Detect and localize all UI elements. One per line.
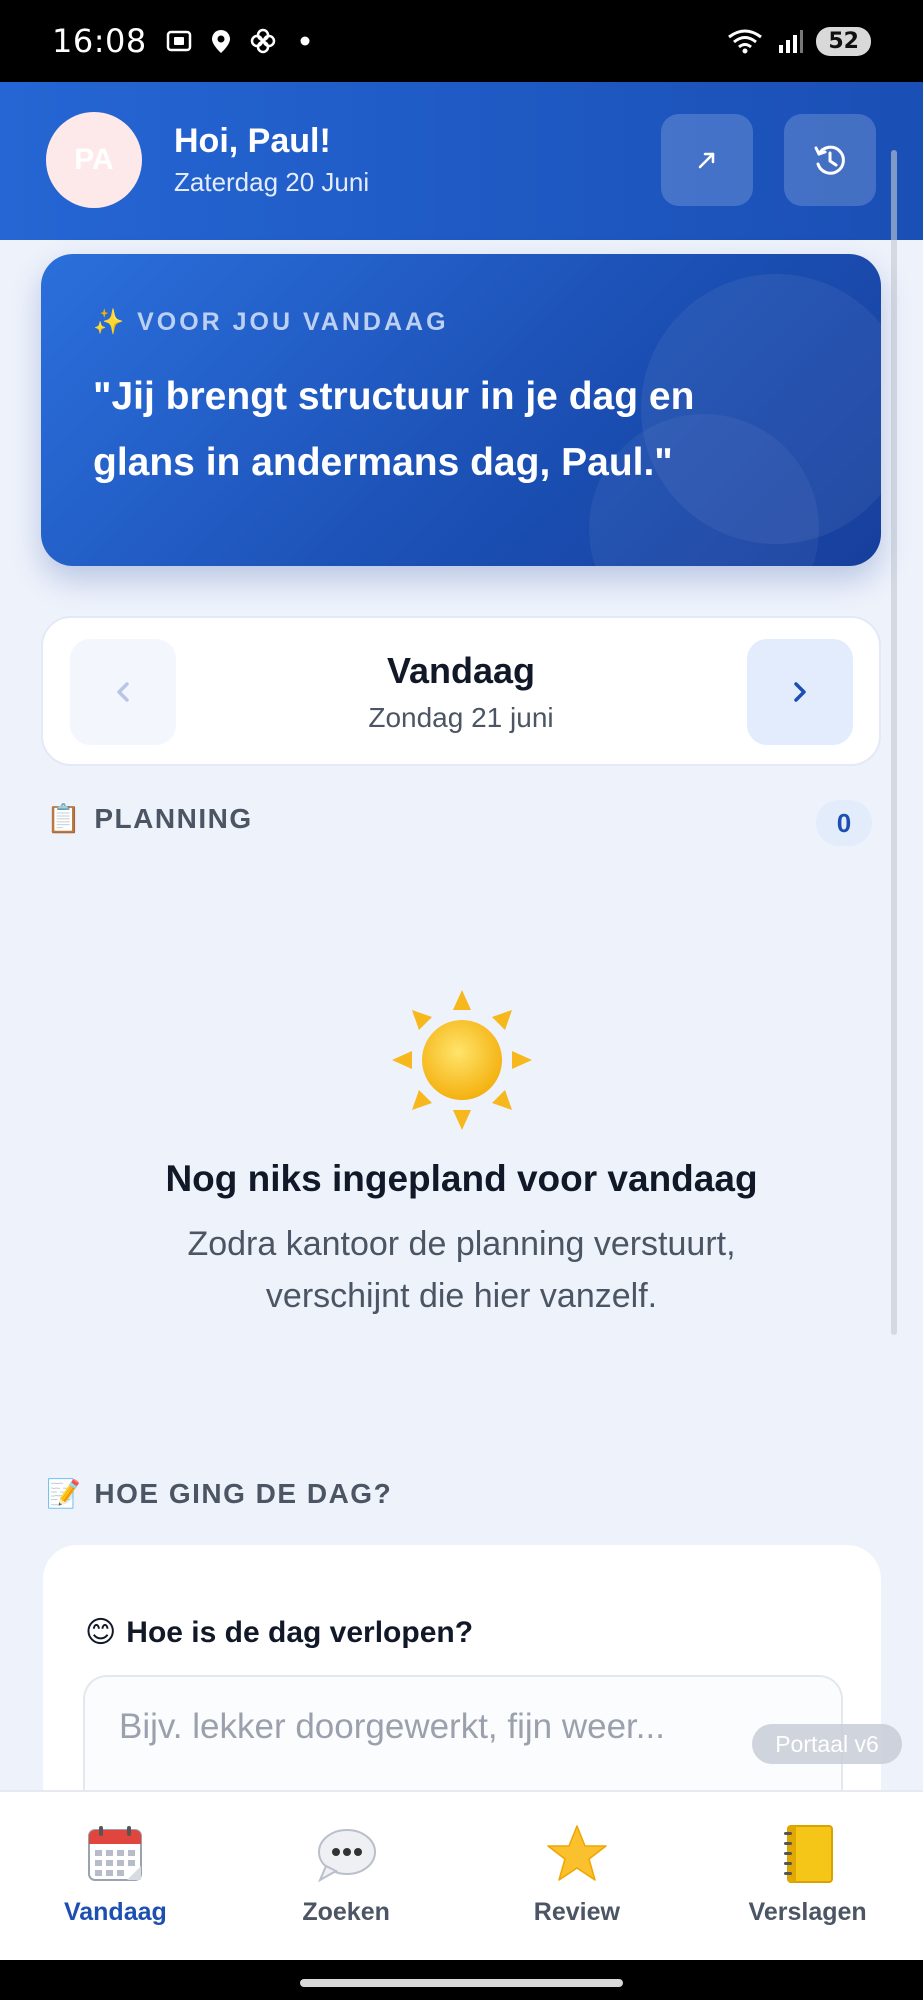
nav-label: Review — [533, 1898, 620, 1926]
planning-heading: PLANNING — [94, 802, 253, 834]
dot-icon — [300, 36, 310, 46]
review-heading: HOE GING DE DAG? — [94, 1477, 393, 1509]
history-icon — [814, 145, 845, 175]
review-section-header: 📝 HOE GING DE DAG? — [46, 1477, 392, 1510]
nav-label: Verslagen — [748, 1898, 867, 1926]
notebook-icon — [783, 1825, 833, 1883]
nav-tab-zoeken[interactable]: Zoeken — [231, 1792, 462, 1960]
sun-icon — [392, 990, 532, 1130]
planning-section-header: 📋 PLANNING — [46, 802, 253, 835]
review-question: 😊 Hoe is de dag verlopen? — [85, 1615, 473, 1650]
signal-icon — [779, 30, 804, 53]
nav-tab-verslagen[interactable]: Verslagen — [692, 1792, 923, 1960]
nav-label: Zoeken — [302, 1898, 390, 1926]
quote-text: "Jij brengt structuur in je dag en glans… — [93, 375, 695, 484]
avatar[interactable]: PA — [46, 112, 142, 208]
empty-state-title: Nog niks ingepland voor vandaag — [165, 1158, 758, 1199]
clipboard-icon: 📋 — [46, 803, 83, 834]
chevron-right-icon — [794, 682, 806, 702]
nav-label: Vandaag — [63, 1898, 167, 1926]
memo-icon: 📝 — [46, 1478, 83, 1509]
pinwheel-icon — [250, 28, 275, 54]
smiley-icon: 😊 — [85, 1616, 117, 1649]
battery-indicator: 52 — [816, 26, 871, 56]
greeting-date: Zaterdag 20 Juni — [174, 167, 370, 197]
calendar-icon — [88, 1826, 143, 1881]
empty-state-description: Zodra kantoor de planning verstuurt, ver… — [187, 1225, 736, 1315]
arrow-up-right-icon — [698, 152, 715, 169]
wifi-icon — [728, 29, 763, 54]
speech-bubble-icon — [318, 1829, 377, 1883]
app-header: PA Hoi, Paul! Zaterdag 20 Juni — [0, 82, 923, 240]
share-button[interactable] — [661, 114, 753, 206]
screenshot-icon — [166, 30, 191, 52]
bottom-navigation: Vandaag Zoeken Review Verslagen — [0, 1790, 923, 1960]
location-icon — [211, 30, 230, 53]
nav-tab-review[interactable]: Review — [462, 1792, 693, 1960]
planning-count-badge: 0 — [816, 800, 872, 846]
portal-version-chip: Portaal v6 — [752, 1724, 902, 1764]
day-review-card: 😊 Hoe is de dag verlopen? Bijv. lekker d… — [43, 1545, 881, 1805]
greeting-title: Hoi, Paul! — [174, 122, 331, 160]
status-notification-icons — [165, 27, 319, 55]
day-navigator: Vandaag Zondag 21 juni — [41, 616, 881, 766]
review-question-label: Hoe is de dag verlopen? — [126, 1615, 474, 1649]
nav-tab-vandaag[interactable]: Vandaag — [0, 1792, 231, 1960]
quote-label: ✨ VOOR JOU VANDAAG — [93, 308, 449, 336]
history-button[interactable] — [784, 114, 876, 206]
greeting-block: Hoi, Paul! Zaterdag 20 Juni — [174, 122, 369, 198]
day-review-input[interactable]: Bijv. lekker doorgewerkt, fijn weer... — [83, 1675, 843, 1805]
status-time: 16:08 — [52, 22, 147, 60]
status-bar: 16:08 52 — [0, 0, 923, 82]
star-icon — [547, 1825, 607, 1881]
home-gesture-handle[interactable] — [300, 1979, 623, 1987]
next-day-button[interactable] — [747, 639, 853, 745]
daily-quote-card: ✨ VOOR JOU VANDAAG "Jij brengt structuur… — [41, 254, 881, 566]
